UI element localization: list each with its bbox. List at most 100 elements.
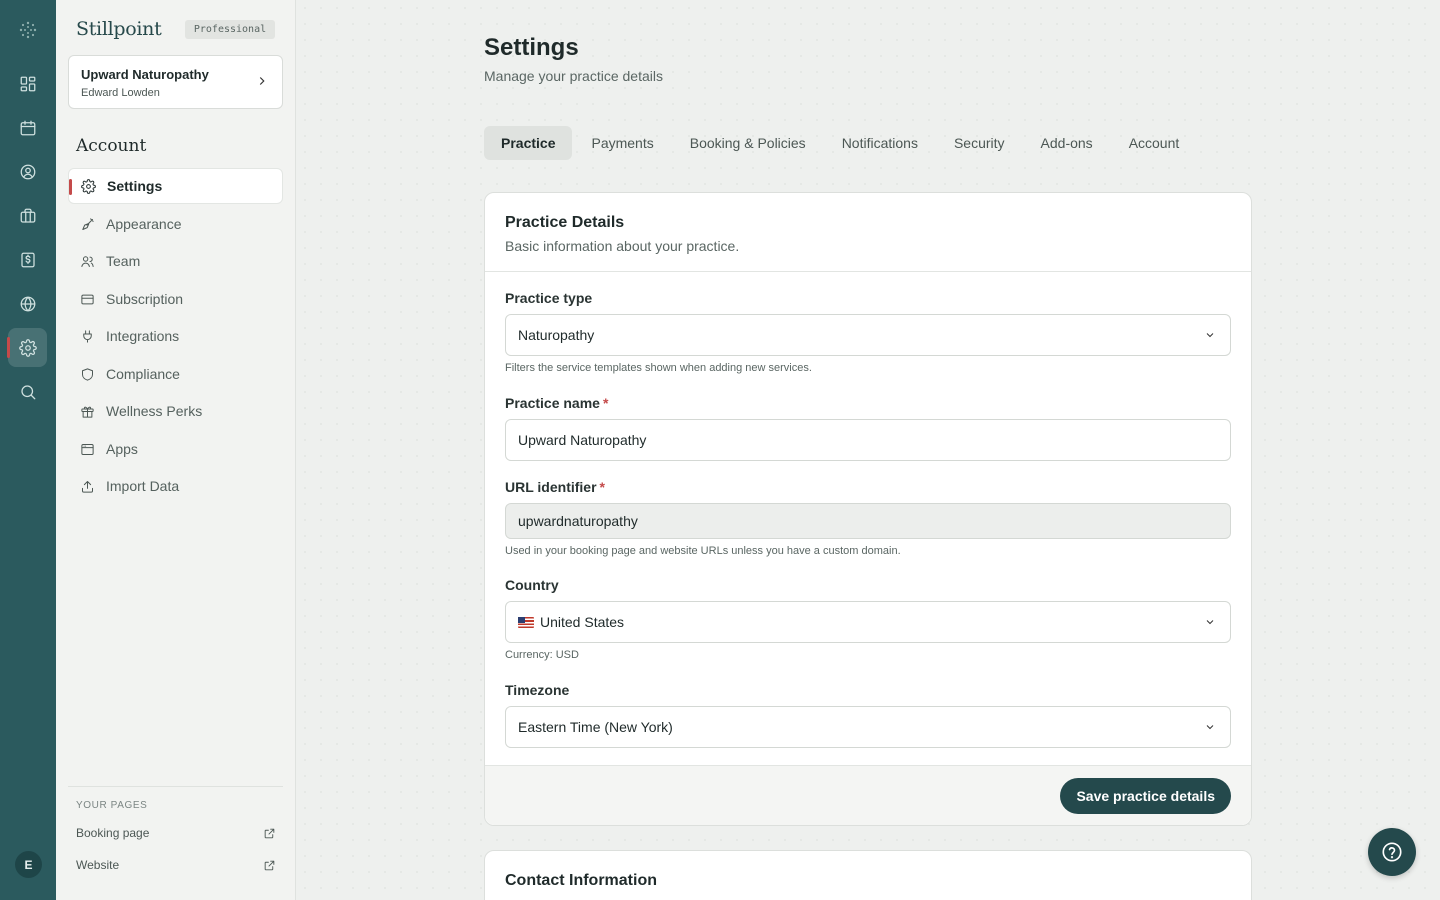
website-label: Website: [76, 858, 120, 872]
timezone-label: Timezone: [505, 682, 570, 698]
main-content: Settings Manage your practice details Pr…: [297, 0, 1440, 900]
booking-page-label: Booking page: [76, 826, 150, 840]
required-marker: *: [599, 479, 605, 495]
url-identifier-input: upwardnaturopathy: [505, 503, 1231, 539]
practice-type-help: Filters the service templates shown when…: [505, 362, 812, 374]
card-title: Practice Details: [505, 214, 625, 231]
tab-booking-policies[interactable]: Booking & Policies: [673, 126, 823, 160]
rail-search[interactable]: [8, 372, 47, 411]
shield-icon: [82, 367, 93, 381]
practice-switcher[interactable]: Upward Naturopathy Edward Lowden: [68, 55, 283, 109]
team-icon: [81, 255, 94, 267]
settings-tabs: Practice Payments Booking & Policies Not…: [484, 126, 1196, 160]
sidebar-item-label: Compliance: [106, 366, 180, 382]
chevron-down-icon: [1206, 725, 1214, 730]
sidebar-item-import-data[interactable]: Import Data: [68, 468, 283, 504]
timezone-value: Eastern Time (New York): [518, 719, 673, 735]
sidebar-item-label: Subscription: [106, 291, 184, 307]
sidebar-item-subscription[interactable]: Subscription: [68, 281, 283, 317]
us-flag-icon: [518, 616, 534, 628]
tab-add-ons[interactable]: Add-ons: [1024, 126, 1110, 160]
currency-help: Currency: USD: [505, 649, 579, 661]
required-marker: *: [602, 395, 609, 411]
practice-type-label: Practice type: [505, 290, 593, 306]
billing-icon: [20, 252, 35, 267]
rail-calendar[interactable]: [8, 108, 47, 147]
your-pages-heading: YOUR PAGES: [76, 800, 148, 811]
chevron-right-icon: [259, 77, 265, 85]
sidebar-item-compliance[interactable]: Compliance: [68, 356, 283, 392]
plan-badge: Professional: [185, 20, 275, 39]
tab-account[interactable]: Account: [1112, 126, 1197, 160]
upload-icon: [82, 480, 93, 493]
timezone-select[interactable]: Eastern Time (New York): [505, 706, 1231, 748]
logo-icon: [19, 21, 37, 39]
rail-settings[interactable]: [7, 328, 47, 367]
tab-payments[interactable]: Payments: [574, 126, 670, 160]
practice-details-card: Practice Details Basic information about…: [484, 192, 1252, 826]
website-link[interactable]: Website: [76, 855, 276, 875]
sidebar-item-label: Settings: [107, 178, 163, 194]
dashboard-icon: [20, 76, 35, 91]
tab-security[interactable]: Security: [937, 126, 1022, 160]
rail-billing[interactable]: [8, 240, 47, 279]
url-identifier-value: upwardnaturopathy: [518, 513, 638, 529]
sidebar-item-label: Wellness Perks: [106, 403, 203, 419]
chevron-down-icon: [1206, 620, 1214, 625]
sidebar-item-settings[interactable]: Settings: [68, 168, 283, 204]
rail-dashboard[interactable]: [8, 64, 47, 103]
tab-notifications[interactable]: Notifications: [825, 126, 935, 160]
sidebar-item-integrations[interactable]: Integrations: [68, 318, 283, 354]
globe-icon: [20, 296, 35, 311]
gift-icon: [81, 406, 94, 418]
rail-website[interactable]: [8, 284, 47, 323]
page-title: Settings: [484, 34, 579, 61]
practice-name-label: Practice name *: [505, 395, 608, 411]
chevron-down-icon: [1206, 333, 1214, 338]
brush-icon: [82, 217, 94, 230]
country-label: Country: [505, 577, 559, 593]
practice-name-label-text: Practice name: [505, 395, 600, 411]
card-header: Practice Details Basic information about…: [485, 193, 1251, 272]
contact-information-card: Contact Information: [484, 850, 1252, 900]
practice-switcher-owner: Edward Lowden: [81, 87, 160, 99]
practice-name-input[interactable]: Upward Naturopathy: [505, 419, 1231, 461]
card-icon: [81, 294, 94, 304]
calendar-icon: [20, 120, 35, 135]
page-subtitle: Manage your practice details: [484, 68, 663, 84]
plug-icon: [83, 329, 92, 343]
sidebar-item-label: Import Data: [106, 478, 180, 494]
url-identifier-label: URL identifier *: [505, 479, 605, 495]
url-identifier-label-text: URL identifier: [505, 479, 597, 495]
external-link-icon: [264, 860, 275, 870]
rail-clients[interactable]: [8, 152, 47, 191]
gear-icon: [18, 338, 37, 357]
contact-card-title: Contact Information: [505, 872, 657, 889]
user-avatar[interactable]: E: [15, 851, 42, 878]
booking-page-link[interactable]: Booking page: [76, 823, 276, 843]
sidebar-item-wellness-perks[interactable]: Wellness Perks: [68, 393, 283, 429]
help-icon: [1382, 842, 1402, 862]
sidebar-item-label: Integrations: [106, 328, 180, 344]
search-icon: [20, 384, 35, 399]
help-button[interactable]: [1368, 828, 1416, 876]
country-select[interactable]: United States: [505, 601, 1231, 643]
sidebar-item-label: Apps: [106, 441, 138, 457]
card-footer: Save practice details: [485, 765, 1251, 825]
sidebar-item-apps[interactable]: Apps: [68, 431, 283, 467]
briefcase-icon: [20, 208, 35, 223]
practice-type-select[interactable]: Naturopathy: [505, 314, 1231, 356]
card-description: Basic information about your practice.: [505, 238, 740, 254]
sidebar-item-team[interactable]: Team: [68, 243, 283, 279]
sidebar-divider: [68, 786, 283, 787]
sidebar-item-label: Team: [106, 253, 141, 269]
url-identifier-help: Used in your booking page and website UR…: [505, 545, 901, 557]
window-icon: [81, 443, 94, 455]
sidebar-section-title: Account: [76, 136, 147, 156]
external-link-icon: [264, 828, 275, 838]
sidebar-item-appearance[interactable]: Appearance: [68, 206, 283, 242]
tab-practice[interactable]: Practice: [484, 126, 573, 160]
icon-rail: E: [0, 0, 56, 900]
rail-services[interactable]: [8, 196, 47, 235]
save-practice-details-button[interactable]: Save practice details: [1060, 778, 1231, 814]
